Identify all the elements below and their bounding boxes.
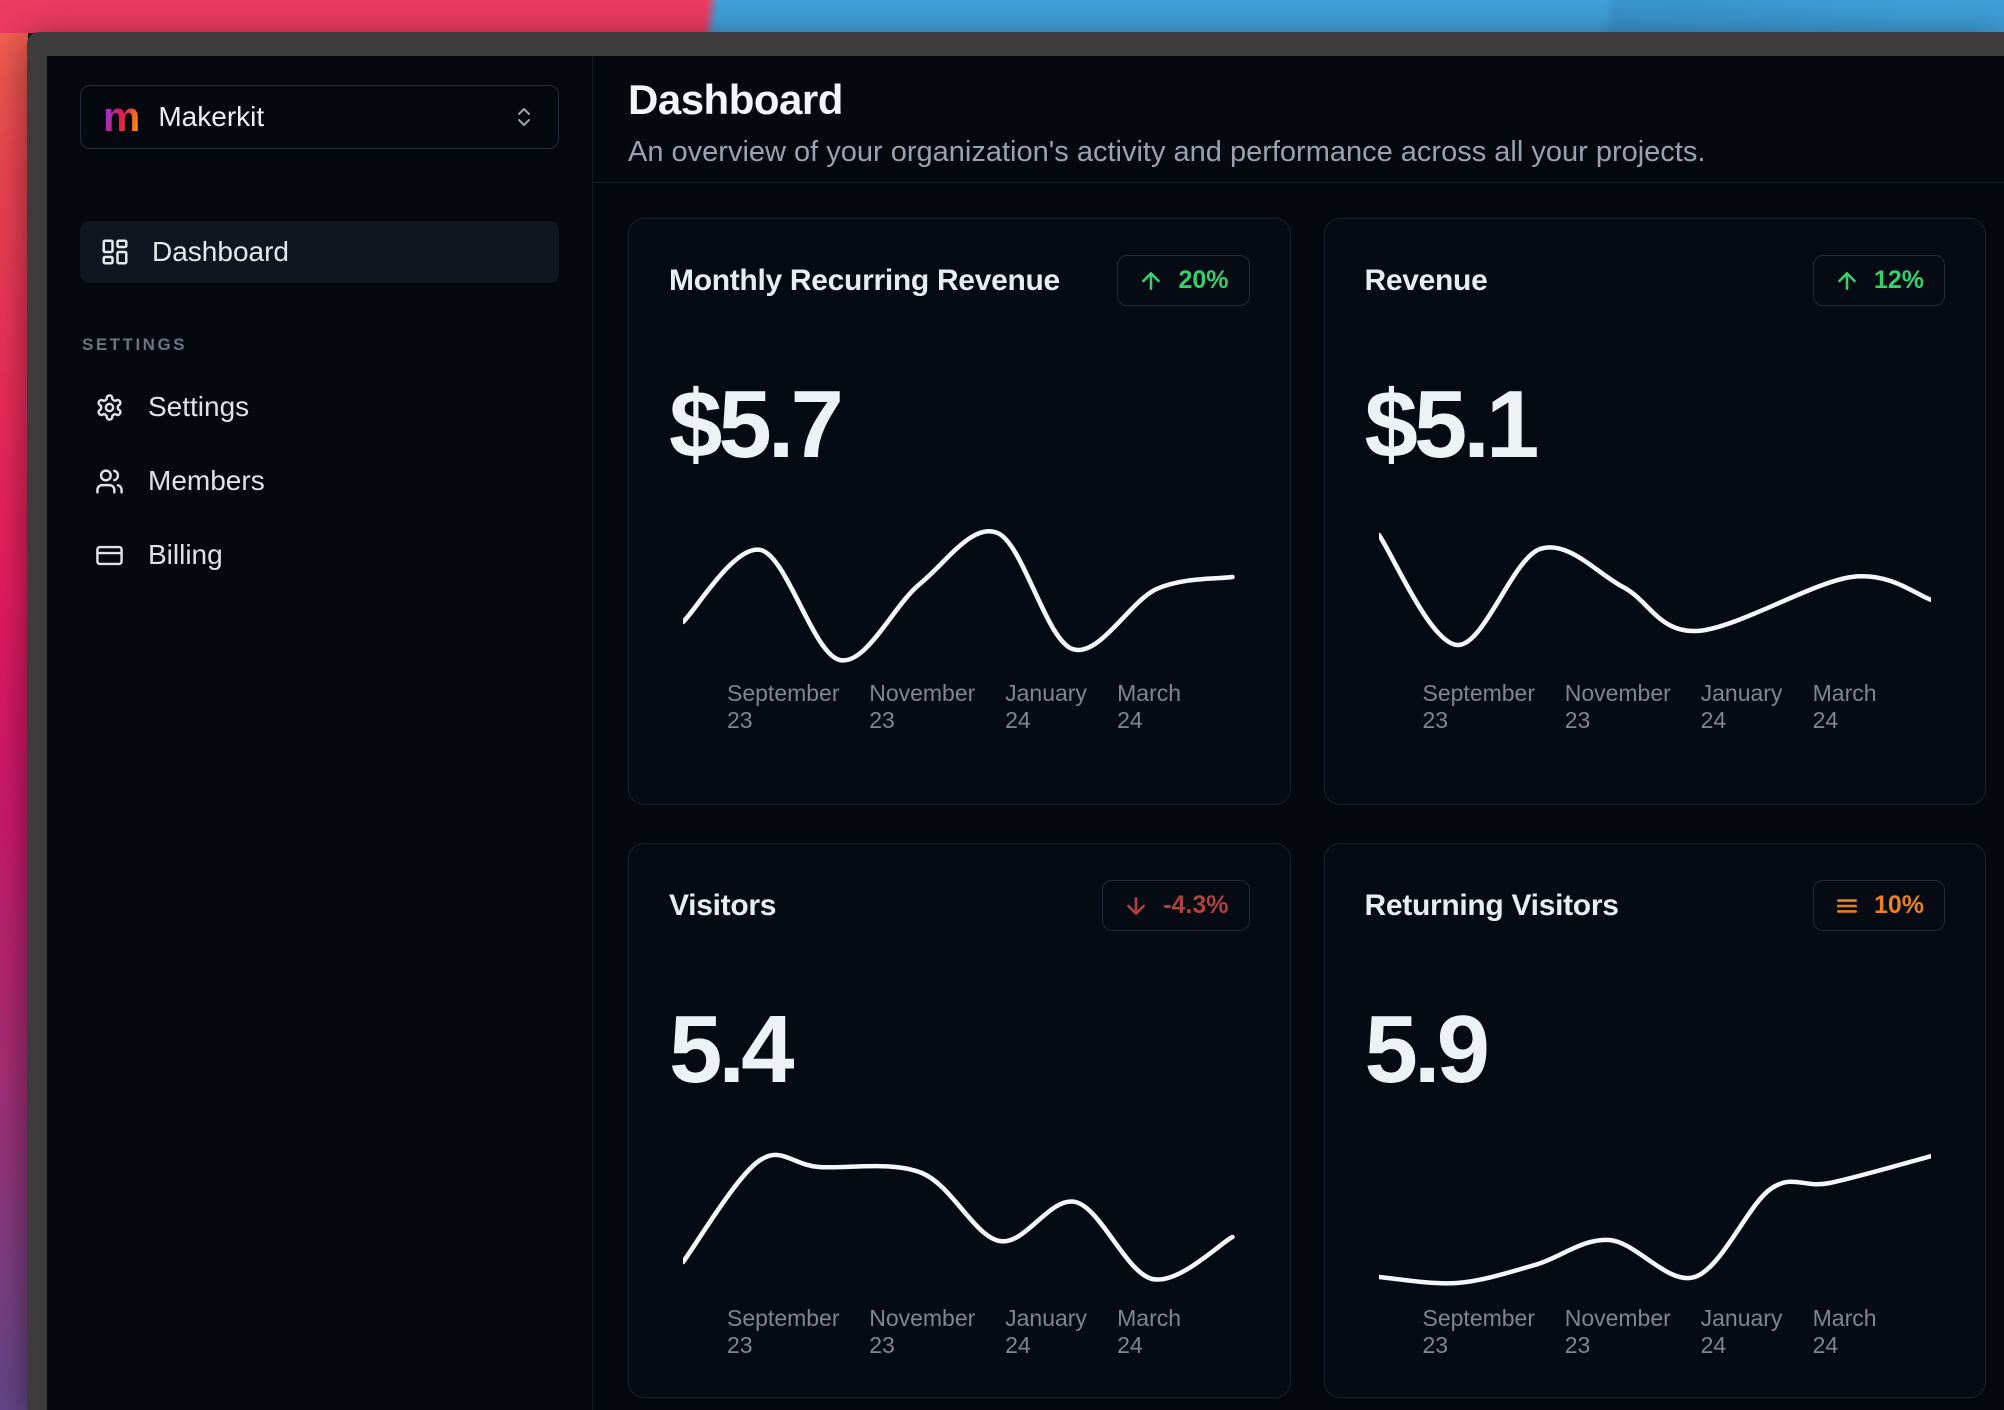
card-title: Returning Visitors [1364, 888, 1619, 922]
metric-value: $5.1 [1364, 371, 1540, 478]
x-tick: November 23 [869, 1305, 976, 1358]
card-monthly-recurring-revenue: Monthly Recurring Revenue 20% $5.7 Septe… [628, 218, 1291, 805]
x-axis-labels: September 23 November 23 January 24 Marc… [669, 680, 1250, 734]
x-tick: January 24 [1005, 680, 1087, 733]
chart-container [1365, 1147, 1946, 1297]
page-title: Dashboard [628, 76, 843, 123]
x-tick: November 23 [869, 680, 976, 733]
sidebar-item-label: Members [148, 465, 265, 496]
sidebar-item-members[interactable]: Members [95, 465, 592, 497]
trend-value: 12% [1873, 266, 1924, 294]
chart-container [669, 522, 1250, 672]
gear-icon [97, 393, 122, 421]
chart-container [669, 1147, 1250, 1297]
sidebar-item-settings[interactable]: Settings [95, 391, 592, 423]
trend-badge: 20% [1117, 255, 1250, 306]
workspace-name: Makerkit [158, 101, 265, 132]
wallpaper-top-strip [0, 0, 2004, 33]
cards-grid: Monthly Recurring Revenue 20% $5.7 Septe… [593, 183, 2004, 1398]
trend-value: 10% [1873, 891, 1924, 919]
x-axis-labels: September 23 November 23 January 24 Marc… [1365, 1305, 1946, 1359]
trend-badge: 10% [1812, 880, 1945, 931]
sidebar-item-billing[interactable]: Billing [95, 539, 592, 571]
metric-value: $5.7 [669, 371, 844, 478]
chevrons-up-down-icon [518, 108, 530, 126]
arrow-up-icon [1838, 271, 1856, 290]
card-revenue: Revenue 12% $5.1 September 23 November 2… [1323, 218, 1986, 805]
x-axis-labels: September 23 November 23 January 24 Marc… [1365, 680, 1946, 734]
sidebar-item-label: Dashboard [152, 236, 289, 267]
card-returning-visitors: Returning Visitors 10% 5.9 September 23 … [1323, 843, 1986, 1398]
sidebar: m Makerkit Dashboard SETTINGS Settings M… [47, 56, 593, 1410]
metric-value: 5.9 [1364, 996, 1490, 1103]
line-chart [683, 529, 1235, 663]
x-tick: September 23 [1422, 1305, 1536, 1358]
line-chart [683, 1152, 1235, 1282]
x-tick: September 23 [727, 1305, 840, 1358]
settings-nav: Settings Members Billing [47, 391, 592, 571]
line-chart [1378, 532, 1931, 648]
app-frame: m Makerkit Dashboard SETTINGS Settings M… [47, 56, 2004, 1410]
card-visitors: Visitors -4.3% 5.4 September 23 November… [628, 843, 1291, 1398]
sidebar-item-label: Billing [148, 539, 223, 570]
line-chart [1378, 1153, 1931, 1286]
users-icon [96, 468, 123, 494]
wallpaper-left-strip [0, 0, 28, 1410]
arrow-down-icon [1127, 896, 1146, 915]
menu-icon [1836, 898, 1857, 913]
makerkit-logo: m [103, 93, 141, 141]
x-tick: March 24 [1812, 680, 1877, 733]
x-tick: January 24 [1005, 1305, 1087, 1358]
x-tick: March 24 [1117, 680, 1182, 733]
credit-card-icon [96, 545, 123, 565]
x-tick: March 24 [1117, 1305, 1182, 1358]
card-title: Visitors [669, 888, 777, 922]
main-area: Dashboard An overview of your organizati… [593, 56, 2004, 1410]
workspace-selector[interactable]: m Makerkit [80, 85, 559, 149]
x-tick: September 23 [1422, 680, 1536, 733]
app-window: m Makerkit Dashboard SETTINGS Settings M… [27, 32, 2004, 1410]
trend-badge: -4.3% [1102, 880, 1250, 931]
trend-badge: 12% [1812, 255, 1945, 306]
x-axis-labels: September 23 November 23 January 24 Marc… [669, 1305, 1250, 1359]
settings-section-label: SETTINGS [82, 335, 188, 354]
metric-value: 5.4 [669, 996, 794, 1103]
dashboard-icon [102, 239, 128, 265]
x-tick: January 24 [1700, 1305, 1783, 1358]
sidebar-item-label: Settings [148, 391, 250, 422]
trend-value: 20% [1178, 266, 1229, 294]
page-header: Dashboard An overview of your organizati… [593, 56, 2004, 183]
card-title: Monthly Recurring Revenue [669, 263, 1060, 297]
arrow-up-icon [1142, 271, 1161, 290]
trend-value: -4.3% [1163, 891, 1229, 919]
x-tick: September 23 [727, 680, 840, 733]
x-tick: November 23 [1564, 1305, 1671, 1358]
chart-container [1365, 522, 1946, 672]
window-titlebar[interactable] [27, 32, 2004, 56]
sidebar-item-dashboard[interactable]: Dashboard [80, 221, 559, 283]
card-title: Revenue [1364, 263, 1488, 297]
x-tick: March 24 [1812, 1305, 1877, 1358]
page-subtitle: An overview of your organization's activ… [628, 136, 1706, 168]
x-tick: January 24 [1700, 680, 1783, 733]
x-tick: November 23 [1564, 680, 1671, 733]
